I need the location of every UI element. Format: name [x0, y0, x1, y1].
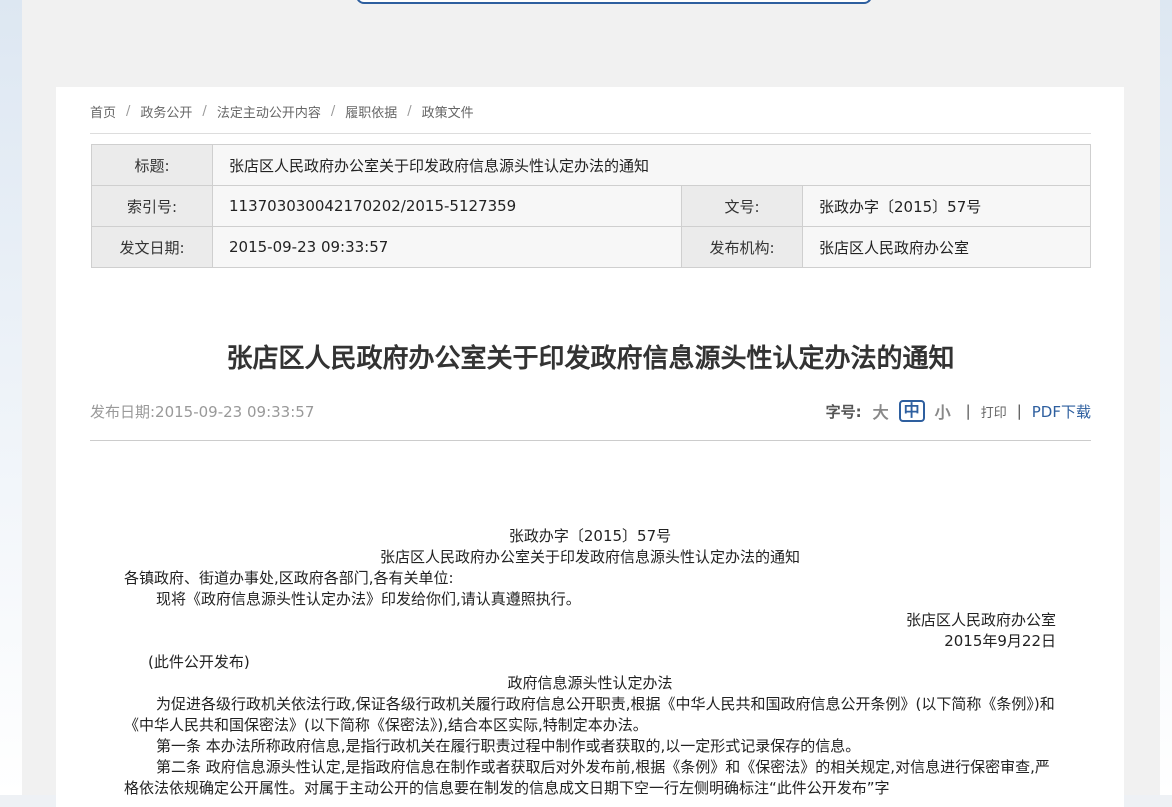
body-doc-title: 张店区人民政府办公室关于印发政府信息源头性认定办法的通知: [379, 548, 800, 566]
breadcrumb-divider: [90, 133, 1091, 134]
breadcrumb-separator: /: [202, 103, 207, 119]
body-public-note: (此件公开发布): [148, 653, 250, 671]
meta-title-value: 张店区人民政府办公室关于印发政府信息源头性认定办法的通知: [212, 144, 1091, 186]
meta-date-label: 发文日期:: [91, 226, 213, 268]
page-background-left: [0, 0, 22, 795]
body-recipients: 各镇政府、街道办事处,区政府各部门,各有关单位:: [124, 569, 454, 587]
breadcrumb-separator: /: [126, 103, 131, 119]
body-instruction: 现将《政府信息源头性认定办法》印发给你们,请认真遵照执行。: [156, 590, 581, 608]
font-size-large-button[interactable]: 大: [873, 399, 889, 423]
body-measure-title: 政府信息源头性认定办法: [507, 674, 673, 692]
meta-org-value: 张店区人民政府办公室: [802, 226, 1091, 268]
search-box[interactable]: [356, 0, 872, 4]
pdf-download-link[interactable]: PDF下载: [1032, 401, 1091, 422]
body-paragraph: 第二条 政府信息源头性认定,是指政府信息在制作或者获取后对外发布前,根据《条例》…: [124, 758, 1050, 797]
meta-title-label: 标题:: [91, 144, 213, 186]
breadcrumb: 首页 / 政务公开 / 法定主动公开内容 / 履职依据 / 政策文件: [90, 100, 474, 122]
body-doc-number: 张政办字〔2015〕57号: [508, 527, 672, 545]
document-metadata-table: 标题: 张店区人民政府办公室关于印发政府信息源头性认定办法的通知 索引号: 11…: [91, 144, 1091, 268]
body-paragraph: 为促进各级行政机关依法行政,保证各级行政机关履行政府信息公开职责,根据《中华人民…: [124, 695, 1055, 734]
print-button[interactable]: 打印: [981, 402, 1007, 421]
body-paragraph: 第一条 本办法所称政府信息,是指行政机关在履行职责过程中制作或者获取的,以一定形…: [156, 737, 861, 755]
breadcrumb-separator: /: [330, 103, 336, 119]
title-divider: [90, 440, 1091, 441]
breadcrumb-policy-documents[interactable]: 政策文件: [422, 102, 474, 121]
page-background-right: [1160, 0, 1172, 795]
publish-info-row: 发布日期:2015-09-23 09:33:57 字号: 大 中 小 | 打印 …: [90, 399, 1091, 423]
meta-docno-label: 文号:: [681, 185, 803, 227]
article-body: 张政办字〔2015〕57号 张店区人民政府办公室关于印发政府信息源头性认定办法的…: [124, 526, 1056, 799]
article-title: 张店区人民政府办公室关于印发政府信息源头性认定办法的通知: [226, 344, 955, 374]
breadcrumb-separator: /: [407, 103, 412, 119]
meta-date-value: 2015-09-23 09:33:57: [212, 226, 682, 268]
article-tools: 字号: 大 中 小 | 打印 | PDF下载: [826, 399, 1091, 423]
body-signer: 张店区人民政府办公室: [905, 611, 1056, 629]
font-size-small-button[interactable]: 小: [935, 399, 951, 423]
meta-org-label: 发布机构:: [681, 226, 803, 268]
body-sign-date: 2015年9月22日: [944, 632, 1056, 650]
breadcrumb-home[interactable]: 首页: [90, 102, 116, 121]
publish-date: 发布日期:2015-09-23 09:33:57: [90, 403, 315, 421]
font-size-medium-button[interactable]: 中: [898, 400, 925, 422]
breadcrumb-government-affairs[interactable]: 政务公开: [140, 102, 192, 121]
font-size-label: 字号:: [825, 402, 862, 421]
tools-divider: |: [965, 402, 971, 420]
meta-docno-value: 张政办字〔2015〕57号: [802, 185, 1091, 227]
breadcrumb-duty-basis[interactable]: 履职依据: [345, 102, 397, 121]
tools-divider: |: [1016, 402, 1022, 420]
meta-index-value: 11370303004217020​2/2015-5127359: [212, 185, 682, 227]
breadcrumb-statutory-disclosure[interactable]: 法定主动公开内容: [217, 102, 321, 121]
meta-index-label: 索引号:: [91, 185, 213, 227]
